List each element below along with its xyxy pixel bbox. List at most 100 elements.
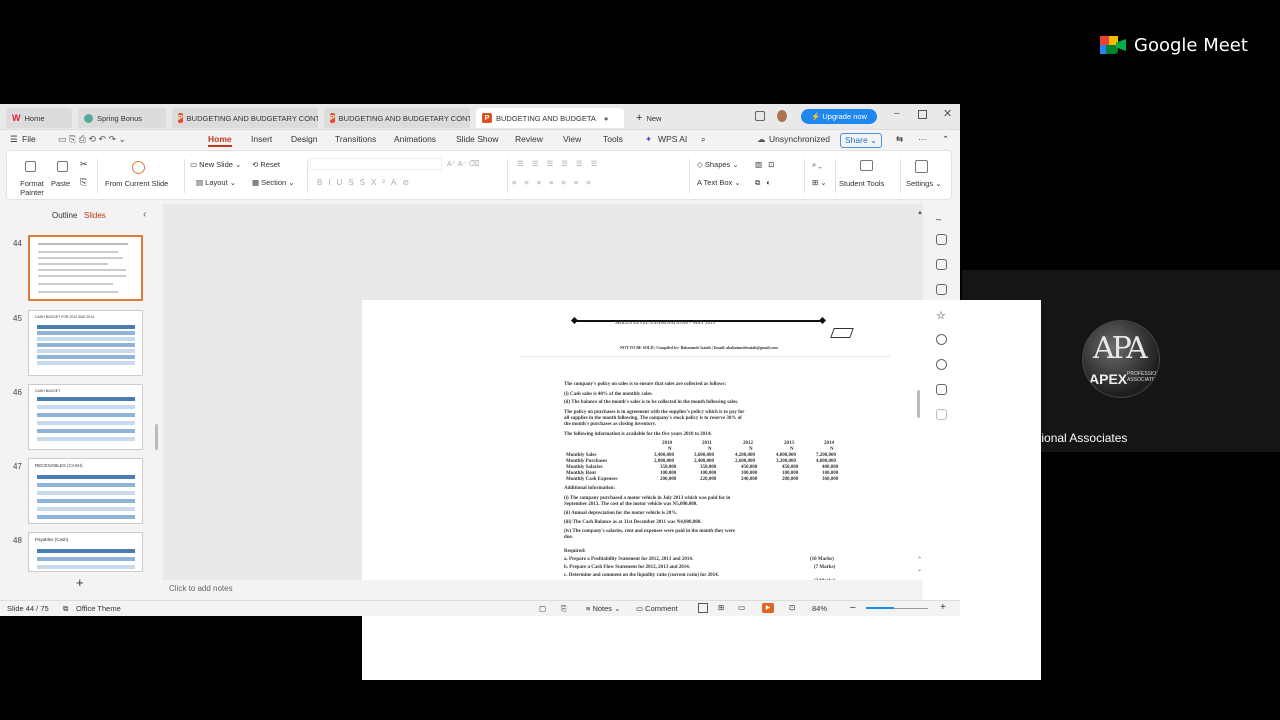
doc-line: (iii) The Cash Balance as at 31st Decemb… <box>564 520 702 525</box>
menu-animations[interactable]: Animations <box>394 134 436 144</box>
notes-pane[interactable]: Click to add notes <box>163 580 923 600</box>
history-icon[interactable]: ⇆ <box>896 134 903 145</box>
tab-budgeting-2[interactable]: P BUDGETING AND BUDGETARY CONT <box>324 108 470 128</box>
copy-icon[interactable]: ⎘ <box>80 177 87 188</box>
maximize-icon[interactable] <box>918 110 927 119</box>
grid-icon[interactable] <box>936 409 947 420</box>
doc-line: b. Prepare a Cash Flow Statement for 201… <box>564 565 690 570</box>
menu-home[interactable]: Home <box>208 134 232 147</box>
wps-ai-icon[interactable]: ✦ <box>645 134 652 145</box>
paste-button[interactable]: Paste <box>51 179 70 188</box>
tab-close-dot[interactable]: ● <box>604 114 609 123</box>
zoom-out-icon[interactable]: – <box>850 602 856 613</box>
tab-label: Spring Bonus <box>97 113 143 123</box>
slideshow-icon[interactable]: ▶ <box>762 603 774 613</box>
menu-review[interactable]: Review <box>515 134 543 144</box>
slides-tab[interactable]: Slides <box>84 211 106 220</box>
fit-icon[interactable]: ▢ <box>539 604 546 613</box>
more-icon[interactable]: ··· <box>918 134 927 144</box>
share-button[interactable]: Share ⌄ <box>840 133 883 148</box>
sorter-view-icon[interactable]: ⊞ <box>718 603 724 612</box>
layout-button[interactable]: ▤ Layout ⌄ <box>196 178 236 187</box>
next-slide-icon[interactable]: ⌄ <box>917 566 922 573</box>
comment-button[interactable]: ▭ Comment <box>636 604 678 613</box>
tab-budgeting-active[interactable]: P BUDGETING AND BUDGETA ● <box>476 108 624 128</box>
font-name-select[interactable] <box>310 158 442 170</box>
zoom-in-icon[interactable]: + <box>940 602 946 613</box>
select-icon[interactable]: ⊞ ⌄ <box>812 178 827 187</box>
outline-tab[interactable]: Outline <box>52 211 77 220</box>
prev-slide-icon[interactable]: ⌃ <box>917 556 922 563</box>
menu-insert[interactable]: Insert <box>251 134 272 144</box>
copy-icon[interactable] <box>936 284 947 295</box>
magic-icon[interactable] <box>936 259 947 270</box>
slide-thumb-46[interactable]: CASH BUDGET <box>28 384 143 450</box>
scroll-up-icon[interactable]: ▲ <box>917 210 923 216</box>
tab-home[interactable]: W Home <box>6 108 72 128</box>
theme-name[interactable]: Office Theme <box>76 604 121 613</box>
notes-label: Notes <box>592 604 613 613</box>
add-slide-icon[interactable]: + <box>76 575 84 590</box>
window-icon[interactable] <box>755 111 765 121</box>
user-icon[interactable] <box>777 110 787 122</box>
sliders-icon[interactable] <box>936 384 947 395</box>
text-box-button[interactable]: A Text Box ⌄ <box>697 178 741 187</box>
doc-line: Additional information: <box>564 486 616 491</box>
upgrade-button[interactable]: ⚡ Upgrade now <box>801 109 877 124</box>
tab-spring-bonus[interactable]: Spring Bonus <box>78 108 166 128</box>
menu-tools[interactable]: Tools <box>603 134 623 144</box>
minus-icon[interactable]: – <box>936 214 947 225</box>
slide-thumb-48[interactable]: Payables (Cash) <box>28 532 143 572</box>
list-icons: ☰☰☰☰☰☰ <box>517 159 606 168</box>
save-icon[interactable]: ▭ ⎘ ⎙ ⟲ ↶ ↷ ⌄ <box>58 134 126 145</box>
menu-view[interactable]: View <box>563 134 581 144</box>
find-icon[interactable]: ⌕ ⌄ <box>812 160 822 170</box>
panel-scrollbar[interactable] <box>155 424 158 450</box>
settings-button[interactable]: Settings ⌄ <box>906 179 941 188</box>
minimize-icon[interactable]: – <box>894 108 900 119</box>
section-button[interactable]: ▦ Section ⌄ <box>252 178 295 187</box>
notes-button[interactable]: ≡ Notes ⌄ <box>586 604 620 613</box>
file-menu[interactable]: File <box>22 134 36 144</box>
new-slide-button[interactable]: ▭ New Slide ⌄ <box>190 160 241 169</box>
history-icon[interactable] <box>936 334 947 345</box>
zoom-level[interactable]: 84% <box>812 604 827 613</box>
normal-view-icon[interactable] <box>698 603 708 613</box>
export-icon[interactable]: ⎘ <box>561 604 567 614</box>
collapse-ribbon-icon[interactable]: ⌃ <box>942 134 949 145</box>
menu-wps-ai[interactable]: WPS AI <box>658 134 687 144</box>
tab-budgeting-1[interactable]: P BUDGETING AND BUDGETARY CONT <box>172 108 318 128</box>
picture-icons[interactable]: ▨⊡ <box>755 160 780 169</box>
table-cell: 280,000 <box>782 477 799 482</box>
slide-thumb-45[interactable]: CASH BUDGET FOR 2012 AND 2014 <box>28 310 143 376</box>
collapse-panel-icon[interactable]: ‹ <box>143 209 146 220</box>
new-tab-button[interactable]: + New <box>630 108 680 128</box>
table-cell: 4,800,000 <box>776 453 796 458</box>
slide-scrollbar[interactable] <box>917 390 920 418</box>
slide-thumb-44[interactable] <box>28 235 143 301</box>
star-icon[interactable]: ☆ <box>936 309 947 322</box>
student-tools-button[interactable]: Student Tools <box>839 179 884 188</box>
search-icon[interactable]: ⌕ <box>701 134 706 145</box>
table-cell: 240,000 <box>741 477 758 482</box>
tools-icon[interactable] <box>936 234 947 245</box>
slide-thumb-47[interactable]: RECEIVABLES (CASH) <box>28 458 143 524</box>
format-painter-button[interactable]: Format Painter <box>17 179 47 197</box>
table-cell: 4,800,000 <box>816 459 836 464</box>
hamburger-icon[interactable]: ☰ <box>10 134 18 145</box>
from-current-slide-button[interactable]: From Current Slide <box>105 179 168 188</box>
menu-slideshow[interactable]: Slide Show <box>456 134 499 144</box>
fit-window-icon[interactable]: ⊡ <box>789 603 795 612</box>
upgrade-label: Upgrade now <box>822 112 867 121</box>
table-cell: 450,000 <box>741 465 758 470</box>
reading-view-icon[interactable]: ▭ <box>738 603 745 612</box>
cut-icon[interactable]: ✂ <box>80 159 88 170</box>
menu-design[interactable]: Design <box>291 134 317 144</box>
close-icon[interactable]: ✕ <box>943 107 952 120</box>
arrange-icons[interactable]: ⧉◐ <box>755 178 777 188</box>
table-row-label: Monthly Cash Expenses <box>566 477 618 482</box>
shapes-button[interactable]: ◇ Shapes ⌄ <box>697 160 739 169</box>
menu-transitions[interactable]: Transitions <box>335 134 376 144</box>
reset-button[interactable]: ⟲ Reset <box>252 160 280 169</box>
help-icon[interactable] <box>936 359 947 370</box>
